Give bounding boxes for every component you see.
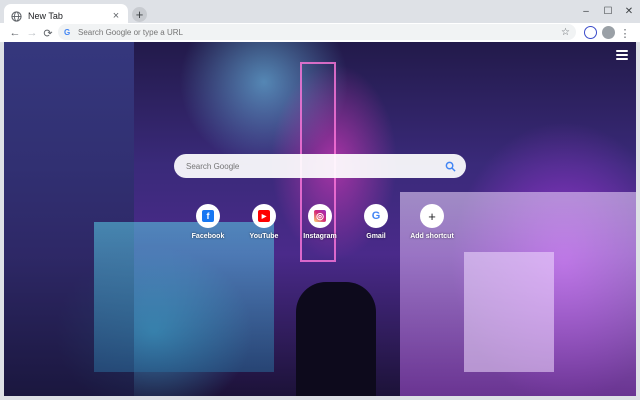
shortcut-tile[interactable]: + <box>420 204 444 228</box>
extension-icon[interactable] <box>584 26 597 39</box>
browser-window: New Tab × + – ☐ ✕ ← → ⟳ G ☆ ⋮ <box>0 0 640 400</box>
shortcut-label: Gmail <box>366 233 386 240</box>
plus-icon: + <box>428 208 436 224</box>
shortcut-gmail[interactable]: G Gmail <box>346 204 406 240</box>
back-button[interactable]: ← <box>7 25 23 41</box>
shortcut-label: Add shortcut <box>410 233 454 240</box>
customize-menu-icon[interactable] <box>616 50 628 60</box>
facebook-icon: f <box>202 210 214 222</box>
person-silhouette <box>296 282 376 396</box>
shortcut-label: Facebook <box>191 233 225 240</box>
minimize-button[interactable]: – <box>576 3 596 19</box>
shortcut-tile[interactable]: f <box>196 204 220 228</box>
chrome-menu-icon[interactable]: ⋮ <box>617 25 633 41</box>
maximize-button[interactable]: ☐ <box>598 3 618 19</box>
shortcut-instagram[interactable]: ◎ Instagram <box>290 204 350 240</box>
shortcut-label: Instagram <box>303 233 337 240</box>
google-search-box[interactable] <box>174 154 466 178</box>
globe-icon <box>10 10 22 22</box>
tab-close-icon[interactable]: × <box>110 10 122 22</box>
shortcuts-grid: f Facebook ▶ YouTube ◎ Instagram G Gmail… <box>4 204 636 254</box>
google-icon: G <box>371 210 381 222</box>
omnibox-input[interactable] <box>74 25 562 39</box>
profile-avatar[interactable] <box>602 26 615 39</box>
youtube-icon: ▶ <box>258 210 270 222</box>
search-input[interactable] <box>184 160 444 172</box>
omnibox[interactable]: G ☆ <box>58 24 576 40</box>
search-icon[interactable] <box>444 160 456 172</box>
new-tab-page: f Facebook ▶ YouTube ◎ Instagram G <box>4 42 636 396</box>
shortcut-tile[interactable]: G <box>364 204 388 228</box>
instagram-icon: ◎ <box>314 210 326 222</box>
tab-title: New Tab <box>28 11 63 21</box>
shortcut-tile[interactable]: ◎ <box>308 204 332 228</box>
bookmark-star-icon[interactable]: ☆ <box>561 27 570 38</box>
forward-button[interactable]: → <box>24 25 40 41</box>
shortcut-facebook[interactable]: f Facebook <box>178 204 238 240</box>
shortcut-add[interactable]: + Add shortcut <box>402 204 462 240</box>
google-icon: G <box>64 27 71 37</box>
shortcut-tile[interactable]: ▶ <box>252 204 276 228</box>
shortcut-youtube[interactable]: ▶ YouTube <box>234 204 294 240</box>
close-window-button[interactable]: ✕ <box>619 3 639 19</box>
shortcut-label: YouTube <box>249 233 279 240</box>
shop-shutter <box>464 252 554 372</box>
reload-button[interactable]: ⟳ <box>40 25 56 41</box>
new-tab-button[interactable]: + <box>132 7 147 22</box>
toolbar: ← → ⟳ G ☆ ⋮ <box>0 23 640 42</box>
